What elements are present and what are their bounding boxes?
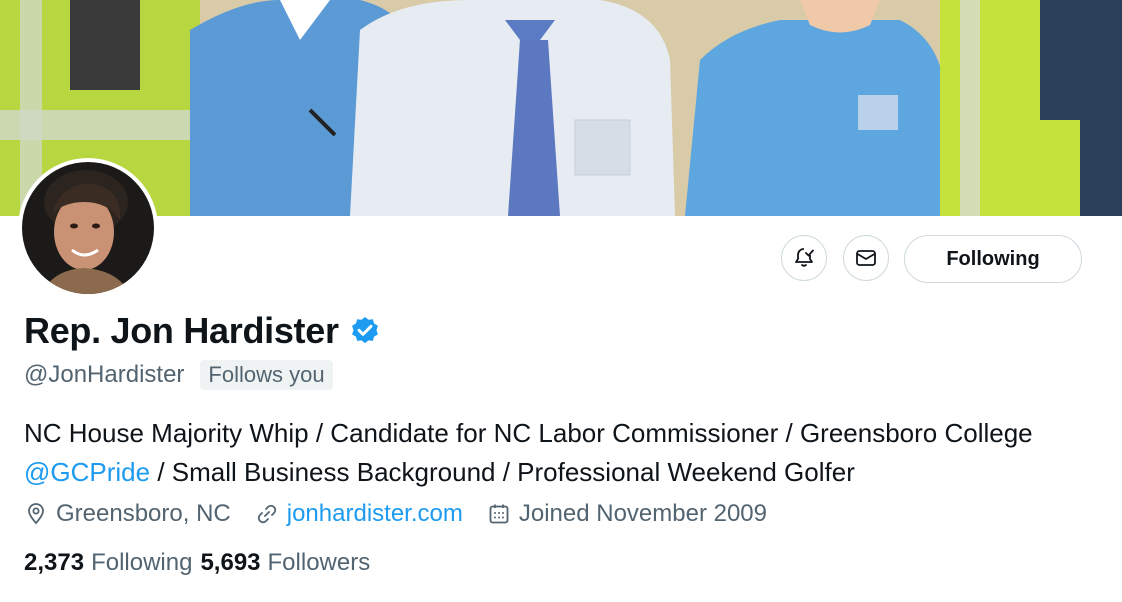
location-item: Greensboro, NC [24, 500, 231, 528]
bio-text-1: NC House Majority Whip / Candidate for N… [24, 418, 1033, 448]
verified-badge-icon[interactable] [349, 315, 381, 347]
follows-you-badge: Follows you [200, 360, 333, 390]
following-count: 2,373 [24, 549, 85, 576]
bell-plus-icon [795, 248, 814, 267]
profile-banner[interactable] [0, 0, 1122, 216]
profile-handle: @JonHardister [24, 361, 185, 388]
link-icon [257, 504, 276, 524]
profile-bio: NC House Majority Whip / Candidate for N… [24, 414, 1104, 492]
joined-text: Joined November 2009 [518, 500, 767, 527]
location-text: Greensboro, NC [56, 500, 231, 527]
following-stat-link[interactable]: 2,373 Following [24, 549, 192, 577]
profile-name-row: Rep. Jon Hardister [24, 310, 381, 352]
followers-label: Followers [267, 549, 371, 576]
follow-stats: 2,373 Following 5,693 Followers [24, 549, 378, 577]
message-button[interactable] [843, 235, 889, 281]
calendar-icon [489, 504, 509, 524]
website-item[interactable]: jonhardister.com [255, 500, 463, 528]
profile-meta: Greensboro, NC jonhardister.com Joined N… [24, 500, 791, 528]
joined-item: Joined November 2009 [487, 500, 767, 528]
bio-text-2: / Small Business Background / Profession… [150, 457, 855, 487]
followers-count: 5,693 [200, 549, 261, 576]
envelope-icon [856, 250, 876, 266]
profile-photo [22, 162, 154, 294]
following-label: Following [91, 549, 193, 576]
profile-name: Rep. Jon Hardister [24, 310, 339, 351]
website-link[interactable]: jonhardister.com [287, 500, 463, 528]
bio-mention-link[interactable]: @GCPride [24, 457, 150, 487]
followers-stat-link[interactable]: 5,693 Followers [200, 549, 370, 577]
location-pin-icon [28, 503, 44, 525]
banner-photo [0, 0, 1122, 216]
avatar[interactable] [18, 158, 158, 298]
handle-row: @JonHardister Follows you [24, 360, 333, 390]
notifications-button[interactable] [781, 235, 827, 281]
following-button[interactable]: Following [904, 235, 1082, 283]
